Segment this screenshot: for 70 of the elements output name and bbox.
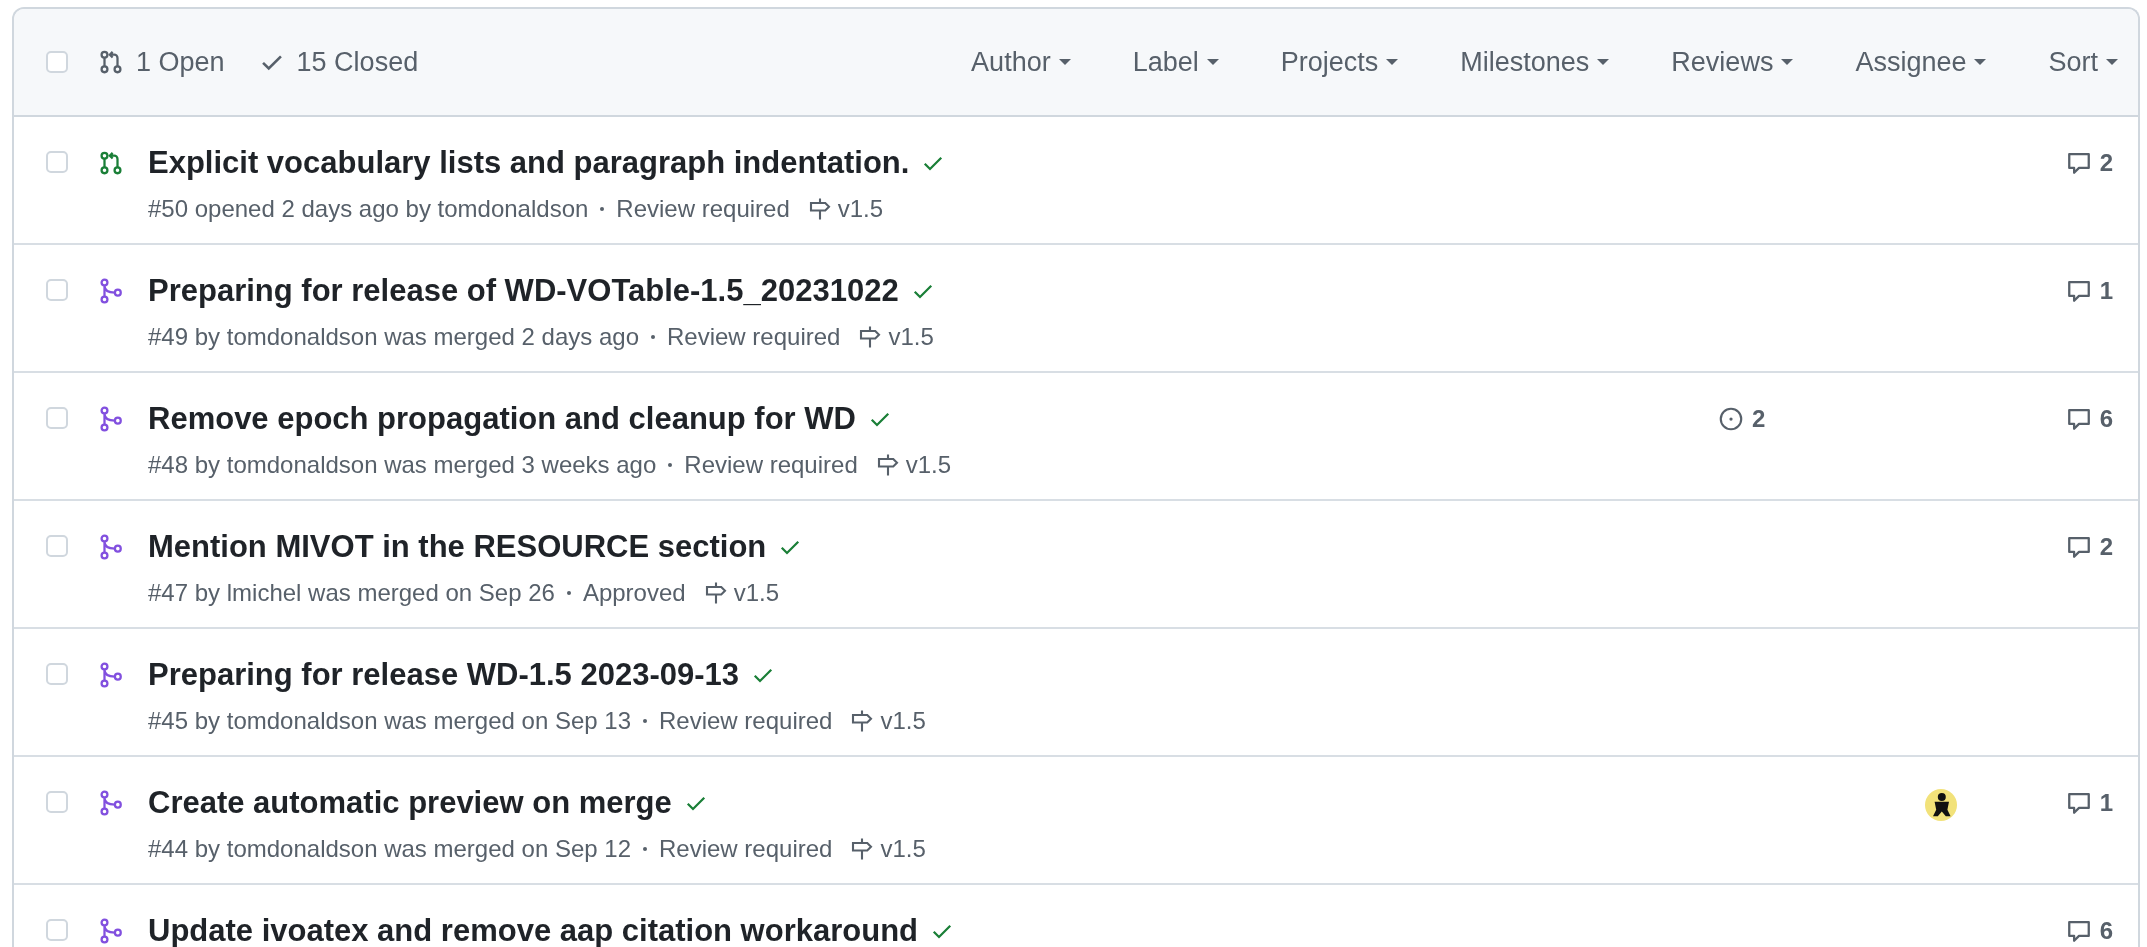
row-checkbox[interactable]	[46, 535, 68, 557]
signpost-icon	[875, 453, 900, 477]
state-filter-tab[interactable]: 15 Closed	[258, 46, 419, 78]
milestone-link[interactable]: v1.5	[858, 323, 934, 351]
signpost-icon	[850, 709, 875, 733]
issue-icon	[1718, 406, 1744, 432]
pull-request-meta: #47 by lmichel was merged on Sep 26	[148, 579, 555, 607]
separator-dot	[600, 207, 605, 211]
signpost-icon	[850, 837, 875, 861]
pull-request-title[interactable]: Create automatic preview on merge	[148, 785, 672, 821]
review-status[interactable]: Review required	[659, 707, 833, 735]
review-status[interactable]: Approved	[582, 579, 686, 607]
pull-request-title[interactable]: Preparing for release of WD-VOTable-1.5_20231022	[148, 273, 899, 309]
review-status[interactable]: Review required	[684, 451, 858, 479]
comment-icon	[2065, 278, 2092, 304]
pull-request-meta: #48 by tomdonaldson was merged 3 weeks ago	[148, 451, 657, 479]
filter-dropdown[interactable]: Sort	[2048, 46, 2118, 78]
comments-link[interactable]: 1	[2065, 789, 2113, 817]
signpost-icon	[858, 325, 883, 349]
comments-link[interactable]: 6	[2065, 405, 2113, 433]
milestone-link[interactable]: v1.5	[807, 195, 884, 223]
separator-dot	[668, 463, 673, 467]
review-status[interactable]: Review required	[616, 195, 790, 223]
pull-request-title[interactable]: Preparing for release WD-1.5 2023-09-13	[148, 657, 739, 693]
review-status[interactable]: Review required	[659, 835, 833, 863]
milestone-link[interactable]: v1.5	[850, 707, 926, 735]
row-checkbox[interactable]	[46, 791, 68, 813]
comment-icon	[2065, 790, 2092, 816]
comments-link[interactable]: 1	[2065, 277, 2113, 305]
comments-link[interactable]: 2	[2065, 149, 2113, 177]
pull-request-meta: #45 by tomdonaldson was merged on Sep 13	[148, 707, 631, 735]
signpost-icon	[807, 197, 832, 221]
state-filter-tab[interactable]: 1 Open	[98, 46, 225, 78]
select-all-checkbox[interactable]	[46, 51, 68, 73]
row-checkbox[interactable]	[46, 407, 68, 429]
pull-request-meta: #50 opened 2 days ago by tomdonaldson	[148, 195, 589, 223]
signpost-icon	[703, 581, 728, 605]
comment-icon	[2065, 534, 2092, 560]
separator-dot	[566, 591, 571, 595]
filter-dropdown[interactable]: Milestones	[1460, 46, 1610, 78]
comment-icon	[2065, 406, 2092, 432]
linked-issues-link[interactable]: 2	[1718, 405, 1766, 433]
filter-dropdown[interactable]: Assignee	[1855, 46, 1987, 78]
assignee-avatar[interactable]	[1924, 789, 1957, 821]
row-checkbox[interactable]	[46, 151, 68, 173]
comment-icon	[2065, 918, 2092, 944]
separator-dot	[651, 335, 655, 339]
pull-request-title[interactable]: Mention MIVOT in the RESOURCE section	[148, 529, 767, 565]
filter-dropdown[interactable]: Projects	[1280, 46, 1399, 78]
comment-icon	[2065, 150, 2092, 176]
pull-request-meta: #49 by tomdonaldson was merged 2 days ago	[148, 323, 639, 351]
pull-request-icon	[98, 49, 124, 75]
review-status[interactable]: Review required	[667, 323, 841, 351]
pull-request-meta: #44 by tomdonaldson was merged on Sep 12	[148, 835, 631, 863]
pull-request-title[interactable]: Remove epoch propagation and cleanup for WD	[148, 401, 856, 437]
filter-dropdown[interactable]: Label	[1132, 46, 1219, 78]
row-checkbox[interactable]	[46, 663, 68, 685]
milestone-link[interactable]: v1.5	[875, 451, 952, 479]
separator-dot	[643, 719, 647, 723]
milestone-link[interactable]: v1.5	[850, 835, 926, 863]
row-checkbox[interactable]	[46, 919, 68, 941]
filter-dropdown[interactable]: Author	[971, 46, 1071, 78]
pull-request-title[interactable]: Explicit vocabulary lists and paragraph indentation.	[148, 145, 910, 181]
row-checkbox[interactable]	[46, 279, 68, 301]
pull-request-title[interactable]: Update ivoatex and remove aap citation workaround	[148, 913, 919, 947]
filter-dropdown[interactable]: Reviews	[1671, 46, 1794, 78]
comments-link[interactable]: 2	[2065, 533, 2113, 561]
milestone-link[interactable]: v1.5	[703, 579, 780, 607]
separator-dot	[643, 847, 647, 851]
comments-link[interactable]: 6	[2065, 917, 2113, 945]
